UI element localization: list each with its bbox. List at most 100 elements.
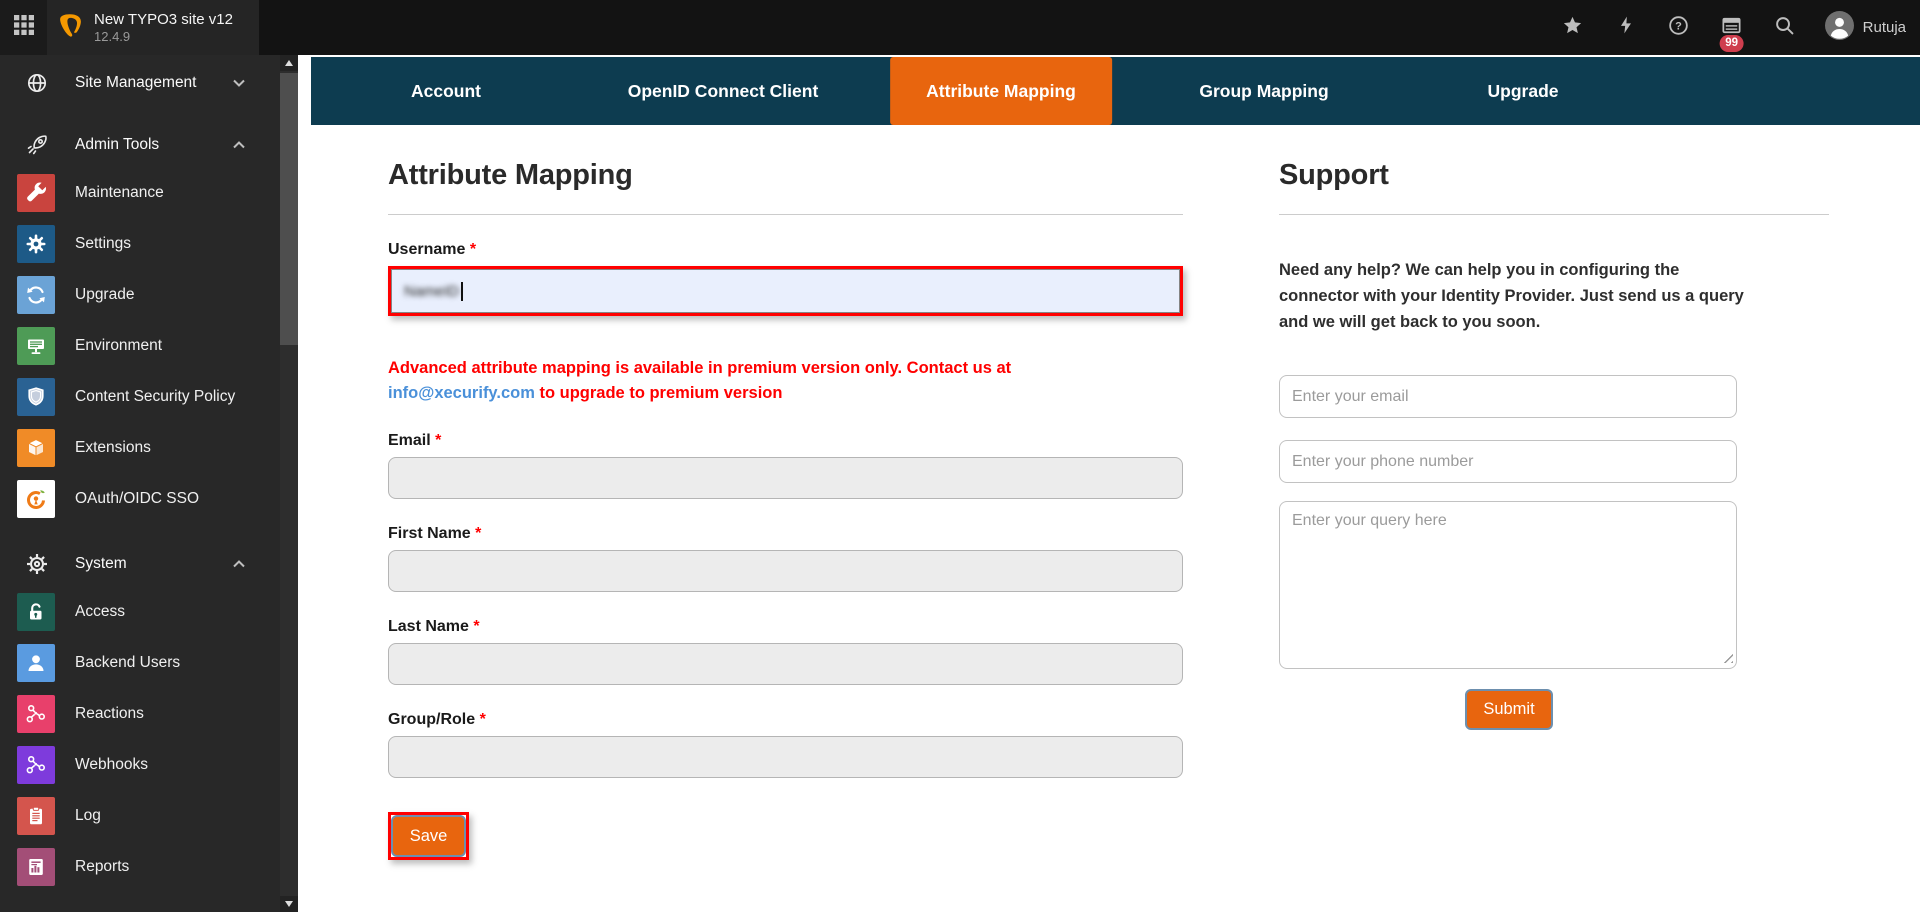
email-input xyxy=(388,457,1183,499)
sidebar-item-label: Access xyxy=(75,602,125,620)
scroll-up-arrow[interactable] xyxy=(280,55,298,71)
support-phone-input[interactable] xyxy=(1279,440,1737,483)
username-input[interactable]: NameID xyxy=(391,269,1180,313)
chevron-up-icon[interactable] xyxy=(232,560,246,569)
required-asterisk: * xyxy=(479,711,486,728)
sidebar-item-webhooks[interactable]: Webhooks xyxy=(0,739,280,790)
modules-menu-button[interactable] xyxy=(0,0,47,55)
sidebar-section-admin-tools[interactable]: Admin Tools xyxy=(0,123,280,167)
sidebar-item-maintenance[interactable]: Maintenance xyxy=(0,167,280,218)
sidebar-item-environment[interactable]: Environment xyxy=(0,320,280,371)
support-email-input[interactable] xyxy=(1279,375,1737,418)
sidebar-item-access[interactable]: Access xyxy=(0,586,280,637)
typo3-logo-icon xyxy=(57,12,84,44)
wrench-icon xyxy=(17,173,55,212)
sidebar-item-label: Reports xyxy=(75,857,130,875)
search-icon xyxy=(1773,14,1796,42)
webhook-icon xyxy=(17,745,55,784)
first-name-input xyxy=(388,550,1183,592)
tab-upgrade[interactable]: Upgrade xyxy=(1488,57,1559,125)
chevron-up-icon[interactable] xyxy=(232,141,246,150)
label-text: First Name xyxy=(388,525,471,542)
label-text: Group/Role xyxy=(388,711,476,728)
chevron-down-icon[interactable] xyxy=(232,79,246,88)
email-field-group: Email * xyxy=(388,432,1183,499)
sidebar-item-log[interactable]: Log xyxy=(0,790,280,841)
section-divider xyxy=(1279,214,1829,215)
cube-icon xyxy=(17,428,55,467)
user-menu[interactable]: Rutuja xyxy=(1824,10,1906,45)
site-brand[interactable]: New TYPO3 site v12 12.4.9 xyxy=(47,0,259,55)
sidebar-item-label: Webhooks xyxy=(75,755,148,773)
module-sidebar: Site Management Admin Tools Maintenance … xyxy=(0,55,280,912)
group-role-input xyxy=(388,736,1183,778)
sidebar-scrollbar[interactable] xyxy=(280,55,298,912)
attribute-mapping-panel: Attribute Mapping Username * NameID Adva… xyxy=(388,125,1183,860)
section-label: Site Management xyxy=(75,74,197,91)
username-highlight-box: NameID xyxy=(388,266,1183,316)
bookmark-button[interactable] xyxy=(1560,15,1586,41)
label-text: Username xyxy=(388,241,466,258)
notice-text-before: Advanced attribute mapping is available … xyxy=(388,359,1012,377)
sidebar-item-label: Content Security Policy xyxy=(75,387,236,405)
first-name-label: First Name * xyxy=(388,525,1183,543)
sidebar-item-oauth-oidc-sso[interactable]: OAuth/OIDC SSO xyxy=(0,473,280,524)
premium-email-link[interactable]: info@xecurify.com xyxy=(388,384,535,402)
premium-notice: Advanced attribute mapping is available … xyxy=(388,356,1188,406)
scroll-down-arrow[interactable] xyxy=(280,896,298,912)
modules-grid-icon xyxy=(13,15,34,40)
user-icon xyxy=(17,643,55,682)
support-query-wrap xyxy=(1279,501,1737,669)
clipboard-icon xyxy=(17,796,55,835)
plugin-tabbar: Account OpenID Connect Client Attribute … xyxy=(311,57,1920,125)
sidebar-item-label: Environment xyxy=(75,336,163,354)
sidebar-item-label: OAuth/OIDC SSO xyxy=(75,489,200,507)
notice-text-after: to upgrade to premium version xyxy=(534,384,783,402)
sidebar-item-settings[interactable]: Settings xyxy=(0,218,280,269)
sidebar-item-upgrade[interactable]: Upgrade xyxy=(0,269,280,320)
sidebar-item-label: Settings xyxy=(75,234,132,252)
site-version: 12.4.9 xyxy=(94,29,131,44)
section-label: Admin Tools xyxy=(75,136,160,153)
tab-group-mapping[interactable]: Group Mapping xyxy=(1199,57,1328,125)
last-name-label: Last Name * xyxy=(388,618,1183,636)
save-button[interactable]: Save xyxy=(391,815,466,857)
gear-icon xyxy=(17,224,55,263)
topbar-toolbar: ? 99 Rutuja xyxy=(1560,10,1920,52)
sidebar-item-label: Upgrade xyxy=(75,285,135,303)
last-name-field-group: Last Name * xyxy=(388,618,1183,685)
save-highlight-box: Save xyxy=(388,812,469,860)
sidebar-item-extensions[interactable]: Extensions xyxy=(0,422,280,473)
first-name-field-group: First Name * xyxy=(388,525,1183,592)
globe-icon xyxy=(25,71,49,95)
section-divider xyxy=(388,214,1183,215)
scrollbar-thumb[interactable] xyxy=(280,73,298,345)
tab-openid-connect-client[interactable]: OpenID Connect Client xyxy=(628,57,819,125)
clear-cache-button[interactable] xyxy=(1613,15,1639,41)
user-name: Rutuja xyxy=(1862,19,1906,36)
sidebar-item-reactions[interactable]: Reactions xyxy=(0,688,280,739)
sidebar-item-content-security-policy[interactable]: Content Security Policy xyxy=(0,371,280,422)
help-button[interactable]: ? xyxy=(1666,15,1692,41)
group-role-field-group: Group/Role * xyxy=(388,711,1183,778)
sidebar-item-label: Backend Users xyxy=(75,653,181,671)
sidebar-section-system[interactable]: System xyxy=(0,542,280,586)
label-text: Last Name xyxy=(388,618,469,635)
sidebar-item-backend-users[interactable]: Backend Users xyxy=(0,637,280,688)
submit-button[interactable]: Submit xyxy=(1465,689,1553,730)
user-avatar-icon xyxy=(1824,10,1854,45)
required-asterisk: * xyxy=(475,525,482,542)
tab-account[interactable]: Account xyxy=(411,57,481,125)
tab-attribute-mapping[interactable]: Attribute Mapping xyxy=(890,57,1112,125)
sidebar-item-label: Log xyxy=(75,806,101,824)
sidebar-section-site-management[interactable]: Site Management xyxy=(0,61,280,105)
refresh-icon xyxy=(17,275,55,314)
support-query-textarea[interactable] xyxy=(1279,501,1737,669)
topbar: New TYPO3 site v12 12.4.9 ? 99 Rutuja xyxy=(0,0,1920,55)
sidebar-item-reports[interactable]: Reports xyxy=(0,841,280,892)
username-field-group: Username * NameID xyxy=(388,241,1183,316)
search-button[interactable] xyxy=(1772,15,1798,41)
triangle-up-icon xyxy=(285,60,293,66)
shield-icon xyxy=(17,377,55,416)
open-documents-button[interactable]: 99 xyxy=(1719,15,1745,52)
